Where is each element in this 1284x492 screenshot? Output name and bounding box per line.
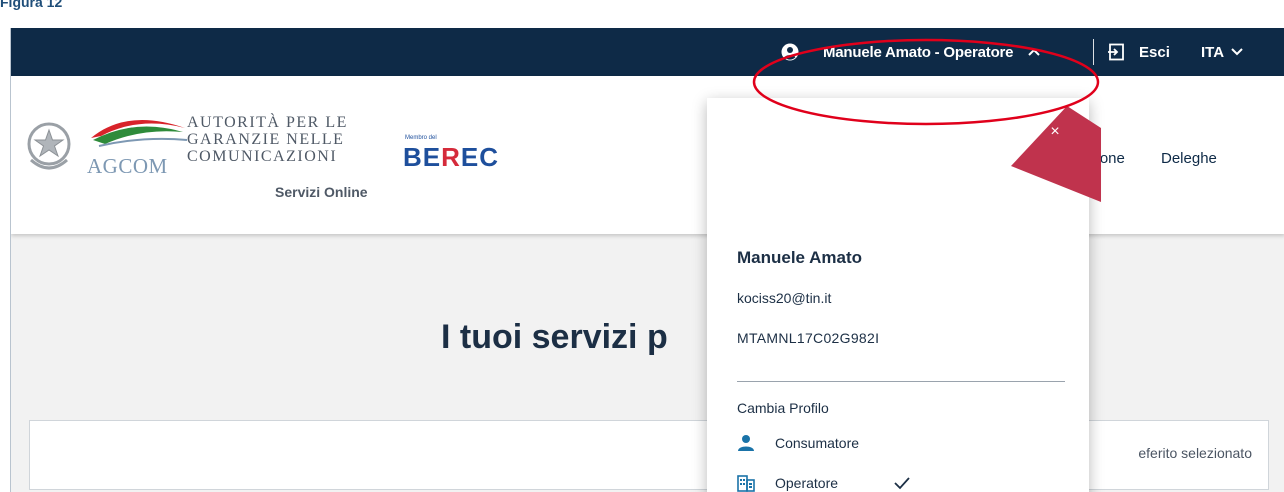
language-selector[interactable]: ITA [1201, 28, 1244, 76]
user-circle-icon [781, 43, 799, 61]
berec-logo-part: EC [460, 142, 500, 172]
agcom-title: AUTORITÀ PER LE GARANZIE NELLE COMUNICAZ… [187, 114, 387, 165]
topbar-divider [1093, 39, 1094, 65]
agcom-title-line: GARANZIE NELLE [187, 131, 345, 148]
page-title: I tuoi servizi p [441, 318, 668, 356]
profile-fiscal-code: MTAMNL17C02G982I [737, 330, 880, 346]
logout-button[interactable]: Esci [1107, 28, 1170, 76]
figure-caption: Figura 12 [0, 0, 63, 10]
agcom-logo-icon [87, 110, 191, 152]
chevron-up-icon [1027, 45, 1041, 59]
close-flag-shape [1011, 106, 1101, 202]
profile-option-operatore[interactable]: Operatore [737, 472, 838, 492]
top-bar: Manuele Amato - Operatore Esci ITA [11, 28, 1284, 76]
user-menu-label: Manuele Amato - Operatore [823, 43, 1014, 61]
site-subtitle: Servizi Online [275, 184, 368, 200]
card-status-text: eferito selezionato [1138, 445, 1252, 461]
chevron-down-icon [1230, 45, 1244, 59]
profile-option-label: Consumatore [775, 435, 860, 451]
nav-link-deleghe[interactable]: Deleghe [1161, 150, 1217, 167]
agcom-title-line: AUTORITÀ PER LE [187, 114, 348, 131]
profile-option-consumatore[interactable]: Consumatore [737, 432, 859, 454]
close-icon[interactable]: × [1045, 122, 1065, 142]
logout-icon [1107, 43, 1125, 61]
app-frame: Manuele Amato - Operatore Esci ITA AGCOM… [10, 28, 1284, 492]
user-menu-toggle[interactable]: Manuele Amato - Operatore [781, 28, 1041, 76]
agcom-wordmark: AGCOM [87, 154, 168, 178]
berec-member-label: Membro del [405, 135, 437, 141]
screenshot: Figura 12 Manuele Amato - Operatore Esci… [0, 0, 1284, 492]
language-label: ITA [1201, 43, 1225, 61]
building-icon [737, 474, 755, 492]
check-icon [893, 474, 911, 492]
profile-name: Manuele Amato [737, 248, 863, 267]
profile-email: kociss20@tin.it [737, 290, 832, 306]
berec-logo-part: R [441, 142, 461, 172]
profile-option-label: Operatore [775, 475, 839, 491]
logout-label: Esci [1139, 43, 1170, 61]
berec-logo: BEREC [403, 142, 499, 173]
agcom-title-line: COMUNICAZIONI [187, 148, 338, 165]
italian-emblem-icon [25, 120, 73, 174]
change-profile-heading: Cambia Profilo [737, 400, 829, 416]
dropdown-divider [737, 381, 1065, 382]
berec-logo-part: BE [403, 142, 442, 172]
person-icon [737, 434, 755, 452]
